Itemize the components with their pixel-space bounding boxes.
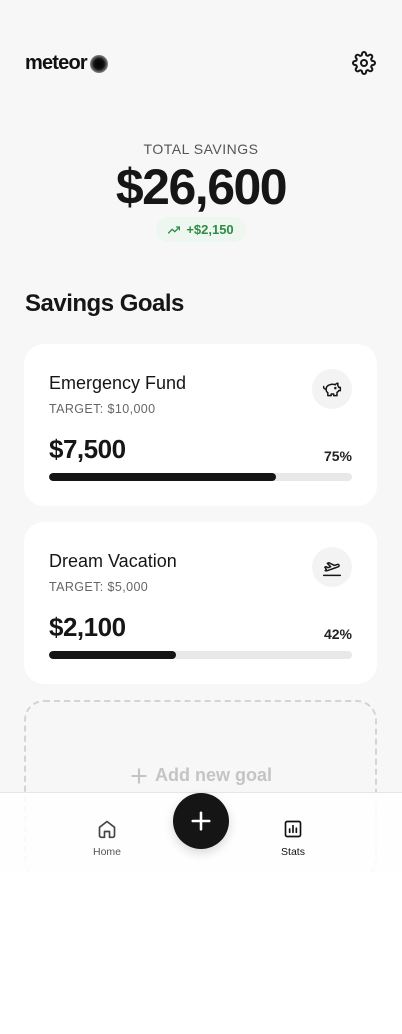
plane-icon: [322, 562, 342, 577]
header: meteor: [25, 50, 377, 78]
goal-icon-badge: [312, 369, 352, 409]
logo-text: meteor: [25, 52, 88, 74]
app-screen: meteor TOTAL SAVINGS $26,600 +$2,150 Sav…: [0, 0, 402, 872]
total-savings: TOTAL SAVINGS $26,600 +$2,150: [0, 141, 402, 242]
goal-name: Dream Vacation: [49, 551, 177, 571]
section-title: Savings Goals: [25, 290, 184, 317]
goal-target: TARGET: $5,000: [49, 580, 149, 594]
trending-up-icon: [168, 225, 181, 234]
total-savings-amount: $26,600: [115, 159, 288, 215]
goal-card-dream-vacation[interactable]: Dream Vacation TARGET: $5,000 $2,100 42%: [24, 522, 377, 684]
bar-chart-icon: [284, 820, 302, 838]
total-savings-label: TOTAL SAVINGS: [143, 141, 259, 157]
goal-amount: $7,500: [49, 434, 126, 464]
nav-label-home: Home: [92, 846, 121, 858]
home-icon: [98, 820, 116, 839]
add-goal-content: Add new goal: [26, 765, 375, 786]
logo: meteor: [25, 52, 108, 75]
nav-item-stats[interactable]: Stats: [263, 818, 323, 858]
plus-icon: [131, 767, 147, 784]
change-amount: +$2,150: [186, 222, 234, 237]
goal-target: TARGET: $10,000: [49, 402, 156, 416]
change-badge: +$2,150: [156, 217, 246, 242]
gear-icon: [352, 51, 376, 75]
goal-name: Emergency Fund: [49, 373, 187, 393]
goal-card-emergency-fund[interactable]: Emergency Fund TARGET: $10,000 $7,500 75…: [24, 344, 377, 506]
plus-icon: [191, 811, 211, 831]
add-fab-button[interactable]: [173, 793, 229, 849]
goal-progress-fill: [49, 651, 177, 659]
goal-amount: $2,100: [49, 612, 126, 642]
goal-percent: 75%: [323, 448, 352, 464]
goal-progress-bar: [49, 473, 352, 481]
settings-button[interactable]: [351, 50, 377, 76]
goal-progress-fill: [49, 473, 277, 481]
add-goal-label: Add new goal: [155, 765, 272, 785]
nav-item-home[interactable]: Home: [77, 818, 137, 858]
goal-icon-badge: [312, 547, 352, 587]
logo-mark: [89, 54, 108, 73]
goal-percent: 42%: [323, 626, 352, 642]
goal-progress-bar: [49, 651, 352, 659]
nav-label-stats: Stats: [281, 846, 305, 858]
piggy-bank-icon: [322, 382, 342, 397]
